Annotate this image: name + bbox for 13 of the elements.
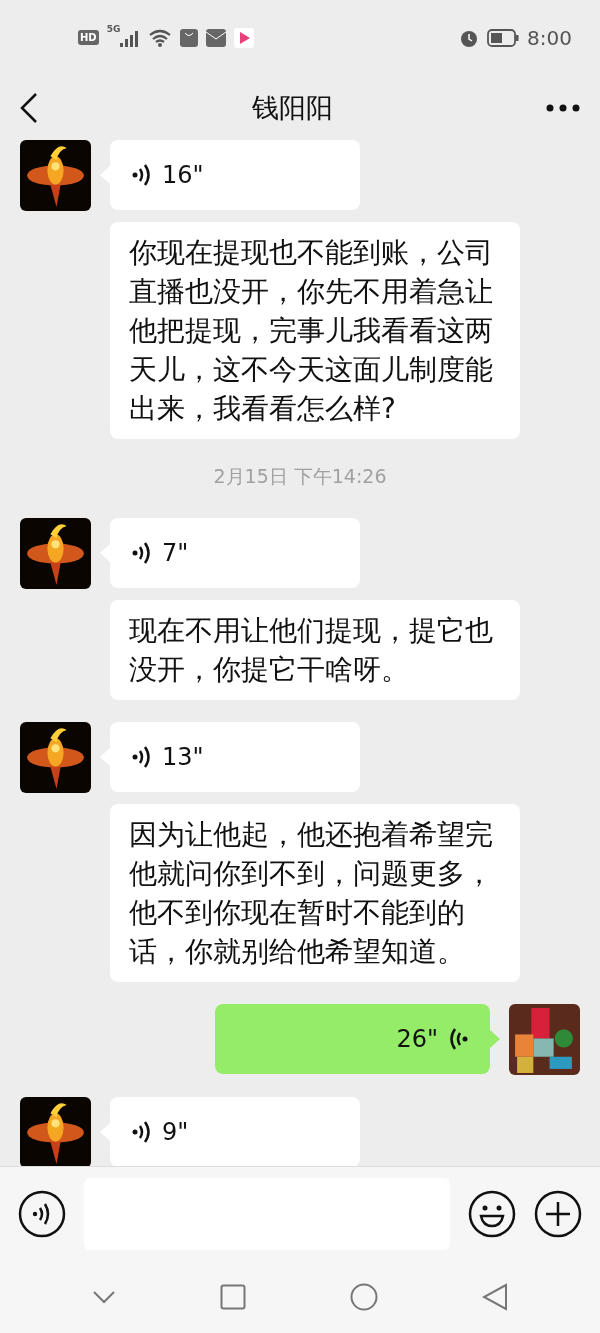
hd-icon: HD [78,30,99,45]
text-message: 你现在提现也不能到账，公司直播也没开，你先不用着急让他把提现，完事儿我看看这两天儿，这不今天这面儿制度能出来，我看看怎么样? [110,222,520,439]
timestamp: 2月15日 下午14:26 [213,464,387,489]
text-message: 因为让他起，他还抱着希望完他就问你到不到，问题更多，他不到你现在暂时不能到的话，你就别给他希望知道。 [110,804,520,982]
voice-message[interactable]: 9" [110,1097,360,1166]
text-message: 现在不用让他们提现，提它也没开，你提它干啥呀。 [110,600,520,700]
clock: 8:00 [527,25,572,50]
voice-message[interactable]: 13" [110,722,360,792]
chat-title: 钱阳阳 [251,90,333,125]
voice-message[interactable]: 16" [110,140,360,210]
voice-message[interactable]: 26" [215,1004,490,1074]
network-label: 5G [106,24,121,34]
voice-message[interactable]: 7" [110,518,360,588]
